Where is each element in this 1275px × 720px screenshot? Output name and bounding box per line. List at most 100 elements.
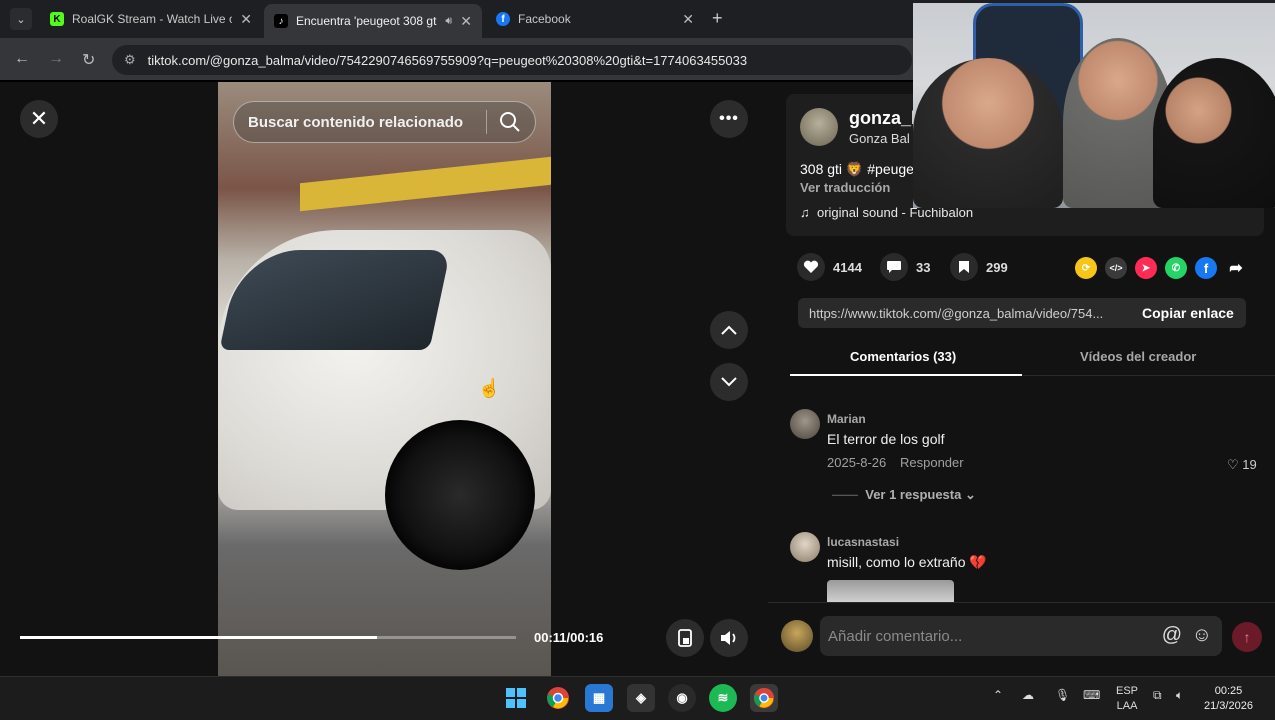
save-count: 299 <box>986 259 1008 275</box>
chevron-up-icon <box>721 325 737 335</box>
tab-tiktok[interactable]: ♪ Encuentra 'peugeot 308 gti 🔊︎ ✕ <box>264 4 482 38</box>
related-search-input[interactable]: Buscar contenido relacionado <box>233 101 536 143</box>
user-avatar[interactable] <box>781 620 813 652</box>
comment-icon <box>880 253 908 281</box>
close-tab-icon[interactable]: ✕ <box>240 11 252 28</box>
back-icon[interactable]: ← <box>14 50 30 68</box>
network-icon[interactable]: ⧉ <box>1153 688 1162 703</box>
share-link-box: https://www.tiktok.com/@gonza_balma/vide… <box>798 298 1246 328</box>
share-link-text[interactable]: https://www.tiktok.com/@gonza_balma/vide… <box>798 306 1124 321</box>
like-button[interactable]: 4144 <box>797 253 862 281</box>
bookmark-icon <box>950 253 978 281</box>
onedrive-icon[interactable]: ☁ <box>1022 688 1034 702</box>
chevron-down-icon <box>721 377 737 387</box>
comment-count: 33 <box>916 259 931 275</box>
webcam-person-left <box>913 58 1063 208</box>
creator-username[interactable]: gonza_b <box>849 108 922 129</box>
repost-icon[interactable]: ⟳ <box>1075 257 1097 279</box>
url-bar[interactable]: ⚙ tiktok.com/@gonza_balma/video/75422907… <box>112 45 912 75</box>
comment-avatar[interactable] <box>790 532 820 562</box>
system-clock[interactable]: 00:25 21/3/2026 <box>1204 684 1253 714</box>
video-progress-bar[interactable] <box>20 636 516 639</box>
forward-icon[interactable]: → <box>48 50 64 68</box>
like-count: 4144 <box>833 259 862 275</box>
url-text: tiktok.com/@gonza_balma/video/7542290746… <box>147 52 748 68</box>
post-comment-button[interactable]: ↑ <box>1232 622 1262 652</box>
reply-button[interactable]: Responder <box>900 455 964 470</box>
more-options-button[interactable]: ••• <box>710 100 748 138</box>
obs-icon[interactable]: ◉ <box>668 684 696 712</box>
comment-text: El terror de los golf <box>827 431 945 447</box>
mini-player-icon <box>678 629 692 647</box>
related-search-placeholder: Buscar contenido relacionado <box>248 113 464 131</box>
comment-like-count: 19 <box>1242 457 1257 472</box>
store-icon[interactable]: ▦ <box>585 684 613 712</box>
video-progress-fill <box>20 636 378 639</box>
video-timecode: 00:11/00:16 <box>534 630 604 645</box>
tab-facebook[interactable]: f Facebook ✕ <box>486 4 704 34</box>
tab-creator-videos[interactable]: Vídeos del creador <box>1080 349 1196 364</box>
site-info-icon[interactable]: ⚙ <box>124 52 136 68</box>
close-tab-icon[interactable]: ✕ <box>682 11 694 28</box>
close-tab-icon[interactable]: ✕ <box>460 13 472 30</box>
audio-playing-icon[interactable]: 🔊︎ <box>445 15 452 28</box>
active-tab-indicator <box>790 374 1022 376</box>
heart-icon <box>797 253 825 281</box>
facebook-logo-icon: f <box>496 12 510 26</box>
save-button[interactable]: 299 <box>950 253 1008 281</box>
clock-time: 00:25 <box>1214 685 1243 697</box>
chrome-icon[interactable] <box>544 684 572 712</box>
mouse-cursor-icon: ☝ <box>478 378 501 398</box>
floating-player-button[interactable] <box>666 619 704 657</box>
tab-search-chevron-icon[interactable]: ⌄ <box>10 8 32 30</box>
input-language[interactable]: ESP LAA <box>1116 684 1138 714</box>
tab-kick[interactable]: K RoalGK Stream - Watch Live on ✕ <box>40 4 262 34</box>
comment-input[interactable]: Añadir comentario... @ ☺ <box>820 616 1222 656</box>
creator-avatar[interactable] <box>800 108 838 146</box>
copy-link-button[interactable]: Copiar enlace <box>1142 305 1234 321</box>
whatsapp-icon[interactable]: ✆ <box>1165 257 1187 279</box>
keyboard-icon[interactable]: ⌨ <box>1083 688 1100 702</box>
speaker-icon[interactable]: 🔈︎ <box>1176 688 1183 703</box>
close-video-button[interactable]: ✕ <box>20 100 58 138</box>
webcam-overlay <box>913 3 1275 208</box>
send-to-friends-icon[interactable]: ➤ <box>1135 257 1157 279</box>
comment-like-button[interactable]: ♡ 19 <box>1227 457 1257 473</box>
tiktok-logo-icon: ♪ <box>274 14 288 28</box>
chrome-active-icon[interactable] <box>750 684 778 712</box>
comment-text: misill, como lo extraño 💔 <box>827 554 987 570</box>
view-replies-button[interactable]: —— Ver 1 respuesta ⌄ <box>832 487 976 503</box>
volume-icon <box>721 631 736 645</box>
tab-comments[interactable]: Comentarios (33) <box>850 349 956 364</box>
music-note-icon: ♫ <box>800 205 817 220</box>
start-icon[interactable] <box>502 684 530 712</box>
tray-overflow-icon[interactable]: ⌃ <box>993 688 1003 702</box>
mention-icon[interactable]: @ <box>1162 624 1182 647</box>
search-icon[interactable] <box>499 111 521 137</box>
heart-outline-icon: ♡ <box>1227 457 1243 472</box>
translate-link[interactable]: Ver traducción <box>800 180 890 195</box>
comment-author[interactable]: Marian <box>827 412 866 426</box>
spotify-icon[interactable]: ≋ <box>709 684 737 712</box>
previous-video-button[interactable] <box>710 311 748 349</box>
embed-icon[interactable]: </> <box>1105 257 1127 279</box>
volume-button[interactable] <box>710 619 748 657</box>
comment-author[interactable]: lucasnastasi <box>827 535 899 549</box>
webcam-person-right <box>1153 58 1275 208</box>
next-video-button[interactable] <box>710 363 748 401</box>
facebook-share-icon[interactable]: f <box>1195 257 1217 279</box>
comment-button[interactable]: 33 <box>880 253 931 281</box>
arrow-up-icon: ↑ <box>1243 629 1251 645</box>
share-arrow-icon[interactable]: ➦ <box>1225 257 1247 279</box>
chevron-down-icon: ⌄ <box>961 487 976 502</box>
comment-avatar[interactable] <box>790 409 820 439</box>
post-description: 308 gti 🦁 #peugeo <box>800 161 922 177</box>
kick-logo-icon: K <box>50 12 64 26</box>
app-cube-icon[interactable]: ◈ <box>627 684 655 712</box>
comment-placeholder: Añadir comentario... <box>828 627 963 645</box>
microphone-icon[interactable]: 🎙︎ <box>1055 688 1070 702</box>
comment-image-thumbnail[interactable] <box>827 580 954 602</box>
emoji-icon[interactable]: ☺ <box>1192 624 1212 647</box>
new-tab-icon[interactable]: + <box>712 8 723 29</box>
reload-icon[interactable]: ↻ <box>82 50 95 70</box>
